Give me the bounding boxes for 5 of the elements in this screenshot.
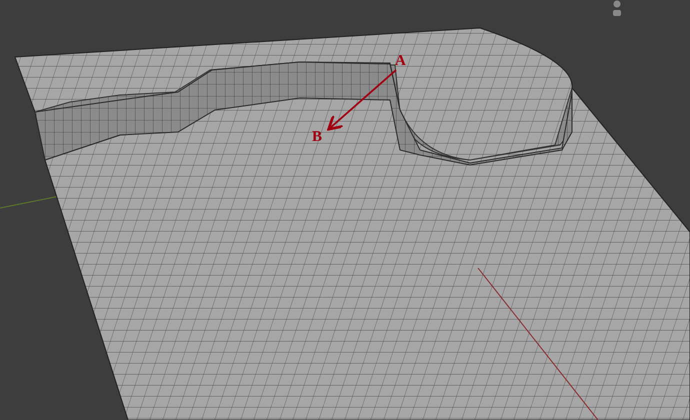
3d-viewport[interactable]: A B	[0, 0, 690, 420]
point-label: B	[312, 130, 322, 145]
arrow	[327, 69, 397, 131]
point-label: A	[395, 54, 406, 69]
gizmo-icon[interactable]	[613, 0, 621, 16]
